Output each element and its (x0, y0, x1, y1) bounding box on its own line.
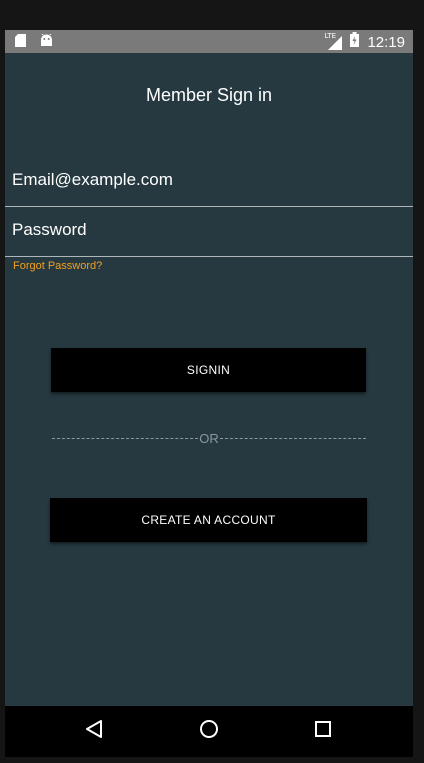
or-divider: OR (52, 430, 366, 446)
status-bar: LTE 12:19 (5, 30, 413, 53)
or-label: OR (199, 430, 219, 446)
status-time: 12:19 (367, 33, 405, 51)
create-account-button[interactable]: CREATE AN ACCOUNT (50, 498, 367, 542)
password-field[interactable]: Password (5, 208, 413, 257)
recents-button[interactable] (293, 706, 353, 757)
page-title: Member Sign in (145, 85, 273, 105)
forgot-password-link[interactable]: Forgot Password? (13, 260, 102, 272)
email-field-value: Email@example.com (12, 170, 173, 189)
status-right-icons: LTE 12:19 (324, 32, 405, 52)
home-button[interactable] (179, 706, 239, 757)
app-screen: LTE 12:19 Member Sign in Email@example.c… (5, 30, 413, 706)
navigation-bar (5, 706, 413, 757)
recents-icon (315, 721, 331, 742)
home-icon (199, 719, 219, 744)
password-field-value: Password (12, 220, 87, 239)
network-label: LTE (324, 32, 337, 40)
divider-line-left (52, 437, 199, 439)
sd-card-icon (15, 34, 26, 52)
battery-charging-icon (350, 32, 360, 52)
back-button[interactable] (64, 706, 124, 757)
device-frame: LTE 12:19 Member Sign in Email@example.c… (0, 0, 424, 763)
back-icon (85, 719, 103, 744)
status-left-icons (15, 33, 53, 52)
signin-button[interactable]: SIGNIN (51, 348, 366, 392)
signal-icon: LTE (324, 32, 343, 50)
divider-line-right (219, 437, 366, 439)
email-field[interactable]: Email@example.com (5, 158, 413, 207)
android-icon (40, 33, 53, 52)
